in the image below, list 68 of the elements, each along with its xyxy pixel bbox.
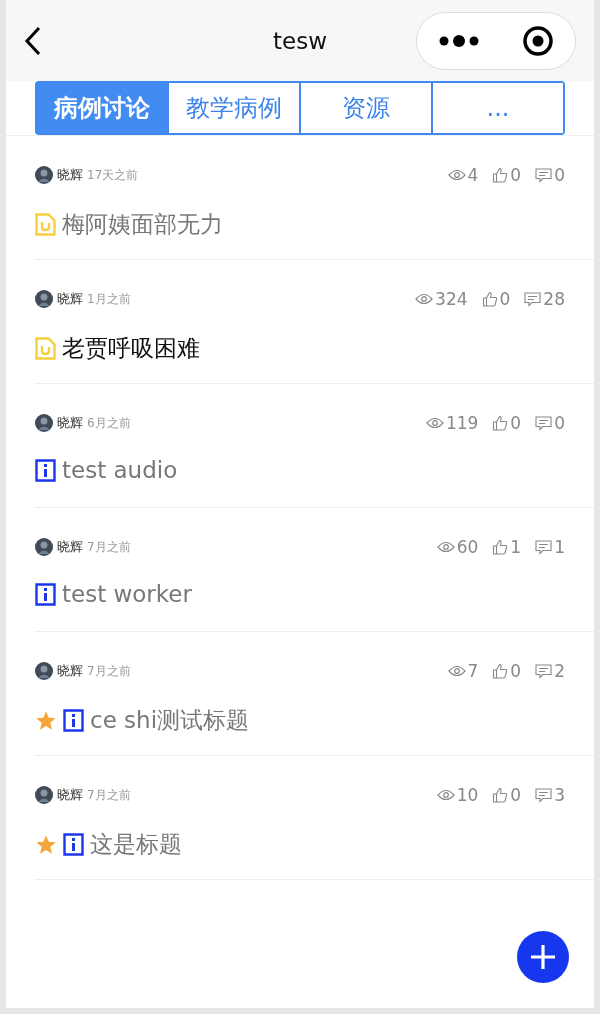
like-count: 0 — [499, 289, 511, 309]
view-count: 119 — [445, 413, 479, 433]
post-title[interactable]: 老贾呼吸困难 — [62, 333, 200, 364]
post-time: 7月之前 — [87, 786, 131, 804]
comment-icon — [535, 663, 553, 679]
post-title[interactable]: 梅阿姨面部无力 — [62, 209, 223, 240]
eye-icon — [436, 789, 455, 801]
post-time: 7月之前 — [87, 662, 131, 680]
thumbs-up-icon — [492, 167, 509, 183]
author-name: 晓辉 — [57, 786, 83, 804]
comment-count: 2 — [554, 661, 565, 681]
eye-icon — [447, 665, 466, 677]
author-name: 晓辉 — [57, 290, 83, 308]
eye-icon — [436, 541, 455, 553]
avatar — [35, 290, 53, 308]
thumbs-up-icon — [492, 539, 509, 555]
avatar — [35, 786, 53, 804]
eye-icon — [415, 293, 434, 305]
tab[interactable]: ... — [431, 83, 563, 133]
comment-icon — [535, 415, 553, 431]
eye-icon — [447, 169, 466, 181]
comment-count: 1 — [554, 537, 565, 557]
view-count: 10 — [456, 785, 479, 805]
avatar — [35, 662, 53, 680]
post-title[interactable]: test worker — [62, 581, 192, 607]
add-button[interactable] — [517, 931, 569, 983]
author-name: 晓辉 — [57, 414, 83, 432]
author-name: 晓辉 — [57, 538, 83, 556]
author-name: 晓辉 — [57, 166, 83, 184]
plus-icon — [530, 944, 556, 970]
comment-icon — [535, 167, 553, 183]
post-time: 6月之前 — [87, 414, 131, 432]
comment-icon — [535, 539, 553, 555]
avatar — [35, 166, 53, 184]
post-title[interactable]: ce shi测试标题 — [90, 705, 250, 736]
like-count: 0 — [510, 165, 522, 185]
more-icon[interactable] — [438, 33, 480, 48]
eye-icon — [425, 417, 444, 429]
like-count: 0 — [510, 413, 522, 433]
comment-count: 0 — [554, 413, 565, 433]
post-title[interactable]: 这是标题 — [90, 829, 182, 860]
like-count: 1 — [510, 537, 522, 557]
avatar — [35, 414, 53, 432]
comment-icon — [524, 291, 542, 307]
thumbs-up-icon — [492, 415, 509, 431]
back-icon[interactable] — [24, 25, 42, 56]
avatar — [35, 538, 53, 556]
view-count: 4 — [467, 165, 479, 185]
author-name: 晓辉 — [57, 662, 83, 680]
thumbs-up-icon — [481, 291, 498, 307]
page-title: tesw — [273, 27, 327, 54]
comment-icon — [535, 787, 553, 803]
like-count: 0 — [510, 661, 522, 681]
tab[interactable]: 病例讨论 — [37, 83, 167, 133]
post-time: 7月之前 — [87, 538, 131, 556]
thumbs-up-icon — [492, 663, 509, 679]
close-target-icon[interactable] — [522, 24, 554, 57]
post-time: 17天之前 — [87, 166, 139, 184]
view-count: 7 — [467, 661, 479, 681]
view-count: 60 — [456, 537, 479, 557]
post-title[interactable]: test audio — [62, 457, 178, 483]
thumbs-up-icon — [492, 787, 509, 803]
like-count: 0 — [510, 785, 522, 805]
post-time: 1月之前 — [87, 290, 131, 308]
view-count: 324 — [435, 289, 468, 309]
comment-count: 0 — [554, 165, 565, 185]
comment-count: 28 — [543, 289, 565, 309]
comment-count: 3 — [554, 785, 565, 805]
